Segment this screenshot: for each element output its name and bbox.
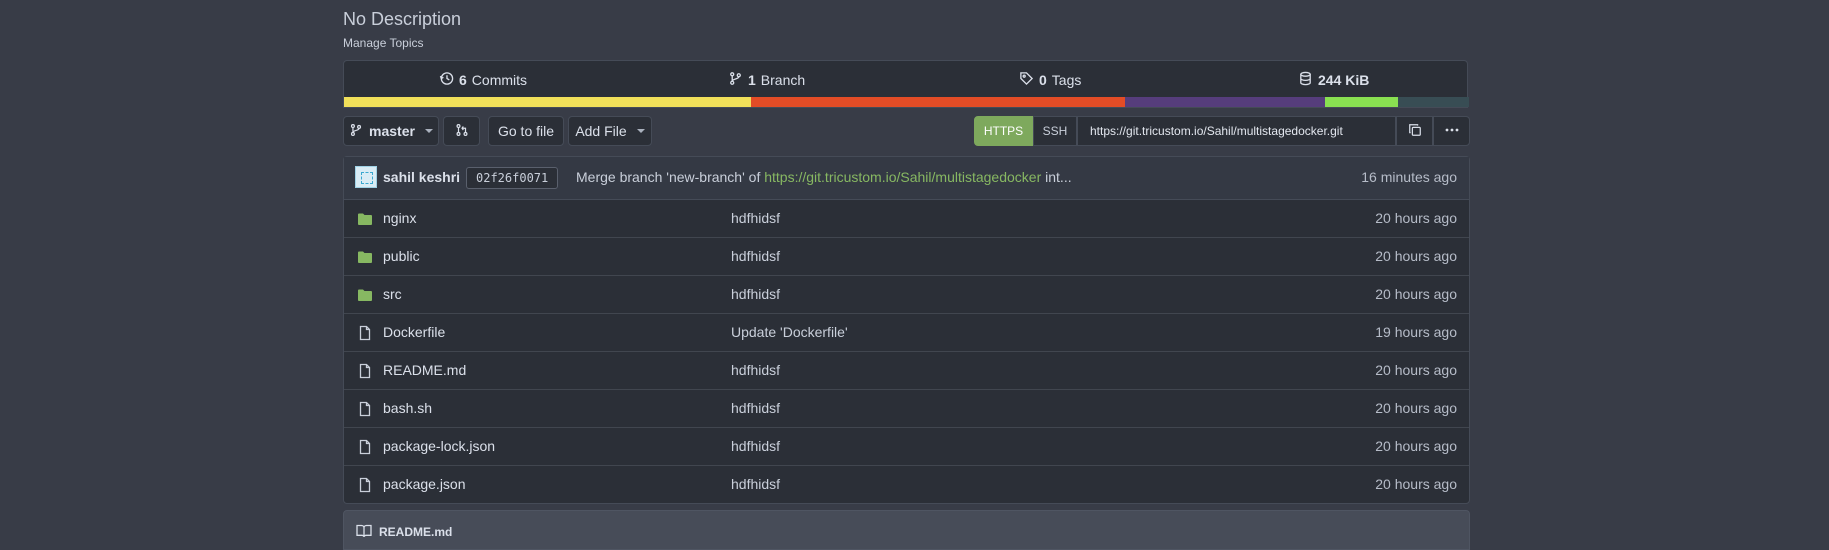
table-row: Dockerfile Update 'Dockerfile' 19 hours ag… <box>344 314 1469 352</box>
size-stat: 244 KiB <box>1298 61 1369 98</box>
chevron-down-icon <box>424 129 433 133</box>
repo-stats-bar: 6 Commits 1 Branch 0 Tags 244 KiB <box>343 60 1469 108</box>
tags-count: 0 <box>1039 71 1047 88</box>
commit-message-prefix: Merge branch 'new-branch' of <box>576 169 761 185</box>
table-row: README.md hdfhidsf 20 hours ago <box>344 352 1469 390</box>
language-segment[interactable] <box>344 97 752 107</box>
file-time: 20 hours ago <box>1375 476 1457 492</box>
commits-count: 6 <box>459 71 467 88</box>
file-time: 20 hours ago <box>1375 248 1457 264</box>
https-button[interactable]: HTTPS <box>974 116 1033 146</box>
add-file-dropdown[interactable]: Add File <box>568 116 652 146</box>
file-commit-message[interactable]: Update 'Dockerfile' <box>731 324 848 340</box>
tags-stat[interactable]: 0 Tags <box>1019 61 1081 98</box>
commit-author[interactable]: sahil keshri <box>383 169 460 185</box>
pull-request-icon <box>455 123 469 140</box>
file-name[interactable]: README.md <box>383 362 466 378</box>
table-row: package.json hdfhidsf 20 hours ago <box>344 466 1469 503</box>
file-icon <box>357 439 373 455</box>
file-name[interactable]: Dockerfile <box>383 324 445 340</box>
copy-icon <box>1408 123 1422 140</box>
history-icon <box>439 71 454 89</box>
file-name[interactable]: nginx <box>383 210 416 226</box>
database-icon <box>1298 71 1313 89</box>
chevron-down-icon <box>636 129 645 133</box>
file-time: 20 hours ago <box>1375 362 1457 378</box>
file-time: 19 hours ago <box>1375 324 1457 340</box>
file-icon <box>357 325 373 341</box>
language-segment[interactable] <box>1398 97 1469 107</box>
tags-label: Tags <box>1051 71 1082 88</box>
copy-button[interactable] <box>1396 116 1433 146</box>
branches-label: Branch <box>760 71 806 88</box>
file-commit-message[interactable]: hdfhidsf <box>731 476 780 492</box>
readme-title[interactable]: README.md <box>379 525 452 539</box>
folder-icon <box>357 287 373 303</box>
language-segment[interactable] <box>751 97 1125 107</box>
table-row: nginx hdfhidsf 20 hours ago <box>344 200 1469 238</box>
branch-dropdown[interactable]: master <box>343 116 439 146</box>
file-commit-message[interactable]: hdfhidsf <box>731 248 780 264</box>
file-time: 20 hours ago <box>1375 438 1457 454</box>
commit-message-suffix: int... <box>1045 169 1072 185</box>
more-options-button[interactable] <box>1433 116 1470 146</box>
go-to-file-button[interactable]: Go to file <box>488 116 564 146</box>
readme-header: README.md <box>343 510 1470 550</box>
commit-time: 16 minutes ago <box>1361 169 1457 185</box>
language-segment[interactable] <box>1124 97 1325 107</box>
file-name[interactable]: src <box>383 286 402 302</box>
manage-topics-link[interactable]: Manage Topics <box>343 36 424 50</box>
folder-icon <box>357 211 373 227</box>
repo-size: 244 KiB <box>1318 71 1370 88</box>
commits-stat[interactable]: 6 Commits <box>439 61 527 98</box>
branch-name: master <box>369 123 415 139</box>
file-commit-message[interactable]: hdfhidsf <box>731 438 780 454</box>
commit-message[interactable]: Merge branch 'new-branch' of https://git… <box>576 169 1072 185</box>
file-icon <box>357 401 373 417</box>
branch-icon <box>349 123 363 140</box>
file-table: sahil keshri 02f26f0071 Merge branch 'ne… <box>343 156 1470 504</box>
commit-sha[interactable]: 02f26f0071 <box>466 167 559 189</box>
add-file-label: Add File <box>575 123 627 139</box>
file-icon <box>357 363 373 379</box>
kebab-icon <box>1444 122 1460 141</box>
table-row: src hdfhidsf 20 hours ago <box>344 276 1469 314</box>
file-commit-message[interactable]: hdfhidsf <box>731 210 780 226</box>
file-commit-message[interactable]: hdfhidsf <box>731 400 780 416</box>
file-time: 20 hours ago <box>1375 286 1457 302</box>
commit-message-link[interactable]: https://git.tricustom.io/Sahil/multistag… <box>764 169 1041 185</box>
clone-panel: HTTPS SSH https://git.tricustom.io/Sahil… <box>974 116 1470 146</box>
file-time: 20 hours ago <box>1375 210 1457 226</box>
file-name[interactable]: public <box>383 248 420 264</box>
avatar[interactable] <box>355 166 377 188</box>
file-icon <box>357 477 373 493</box>
repo-description: No Description <box>343 9 462 29</box>
repo-toolbar: master Go to file Add File HTTPS SSH htt… <box>343 116 1470 146</box>
file-list: nginx hdfhidsf 20 hours ago public hdfhidsf 2… <box>344 200 1469 503</box>
ssh-button[interactable]: SSH <box>1033 116 1077 146</box>
folder-icon <box>357 249 373 265</box>
commits-label: Commits <box>471 71 528 88</box>
file-name[interactable]: bash.sh <box>383 400 432 416</box>
clone-url-input[interactable]: https://git.tricustom.io/Sahil/multistag… <box>1077 116 1396 146</box>
file-commit-message[interactable]: hdfhidsf <box>731 286 780 302</box>
file-name[interactable]: package-lock.json <box>383 438 495 454</box>
latest-commit-row: sahil keshri 02f26f0071 Merge branch 'ne… <box>344 157 1469 200</box>
language-bar <box>344 97 1469 107</box>
file-commit-message[interactable]: hdfhidsf <box>731 362 780 378</box>
file-name[interactable]: package.json <box>383 476 466 492</box>
table-row: package-lock.json hdfhidsf 20 hours ago <box>344 428 1469 466</box>
table-row: public hdfhidsf 20 hours ago <box>344 238 1469 276</box>
branch-icon <box>728 71 743 89</box>
language-segment[interactable] <box>1325 97 1399 107</box>
tag-icon <box>1019 71 1034 89</box>
file-time: 20 hours ago <box>1375 400 1457 416</box>
branches-stat[interactable]: 1 Branch <box>728 61 805 98</box>
compare-button[interactable] <box>443 116 480 146</box>
table-row: bash.sh hdfhidsf 20 hours ago <box>344 390 1469 428</box>
branches-count: 1 <box>748 71 756 88</box>
